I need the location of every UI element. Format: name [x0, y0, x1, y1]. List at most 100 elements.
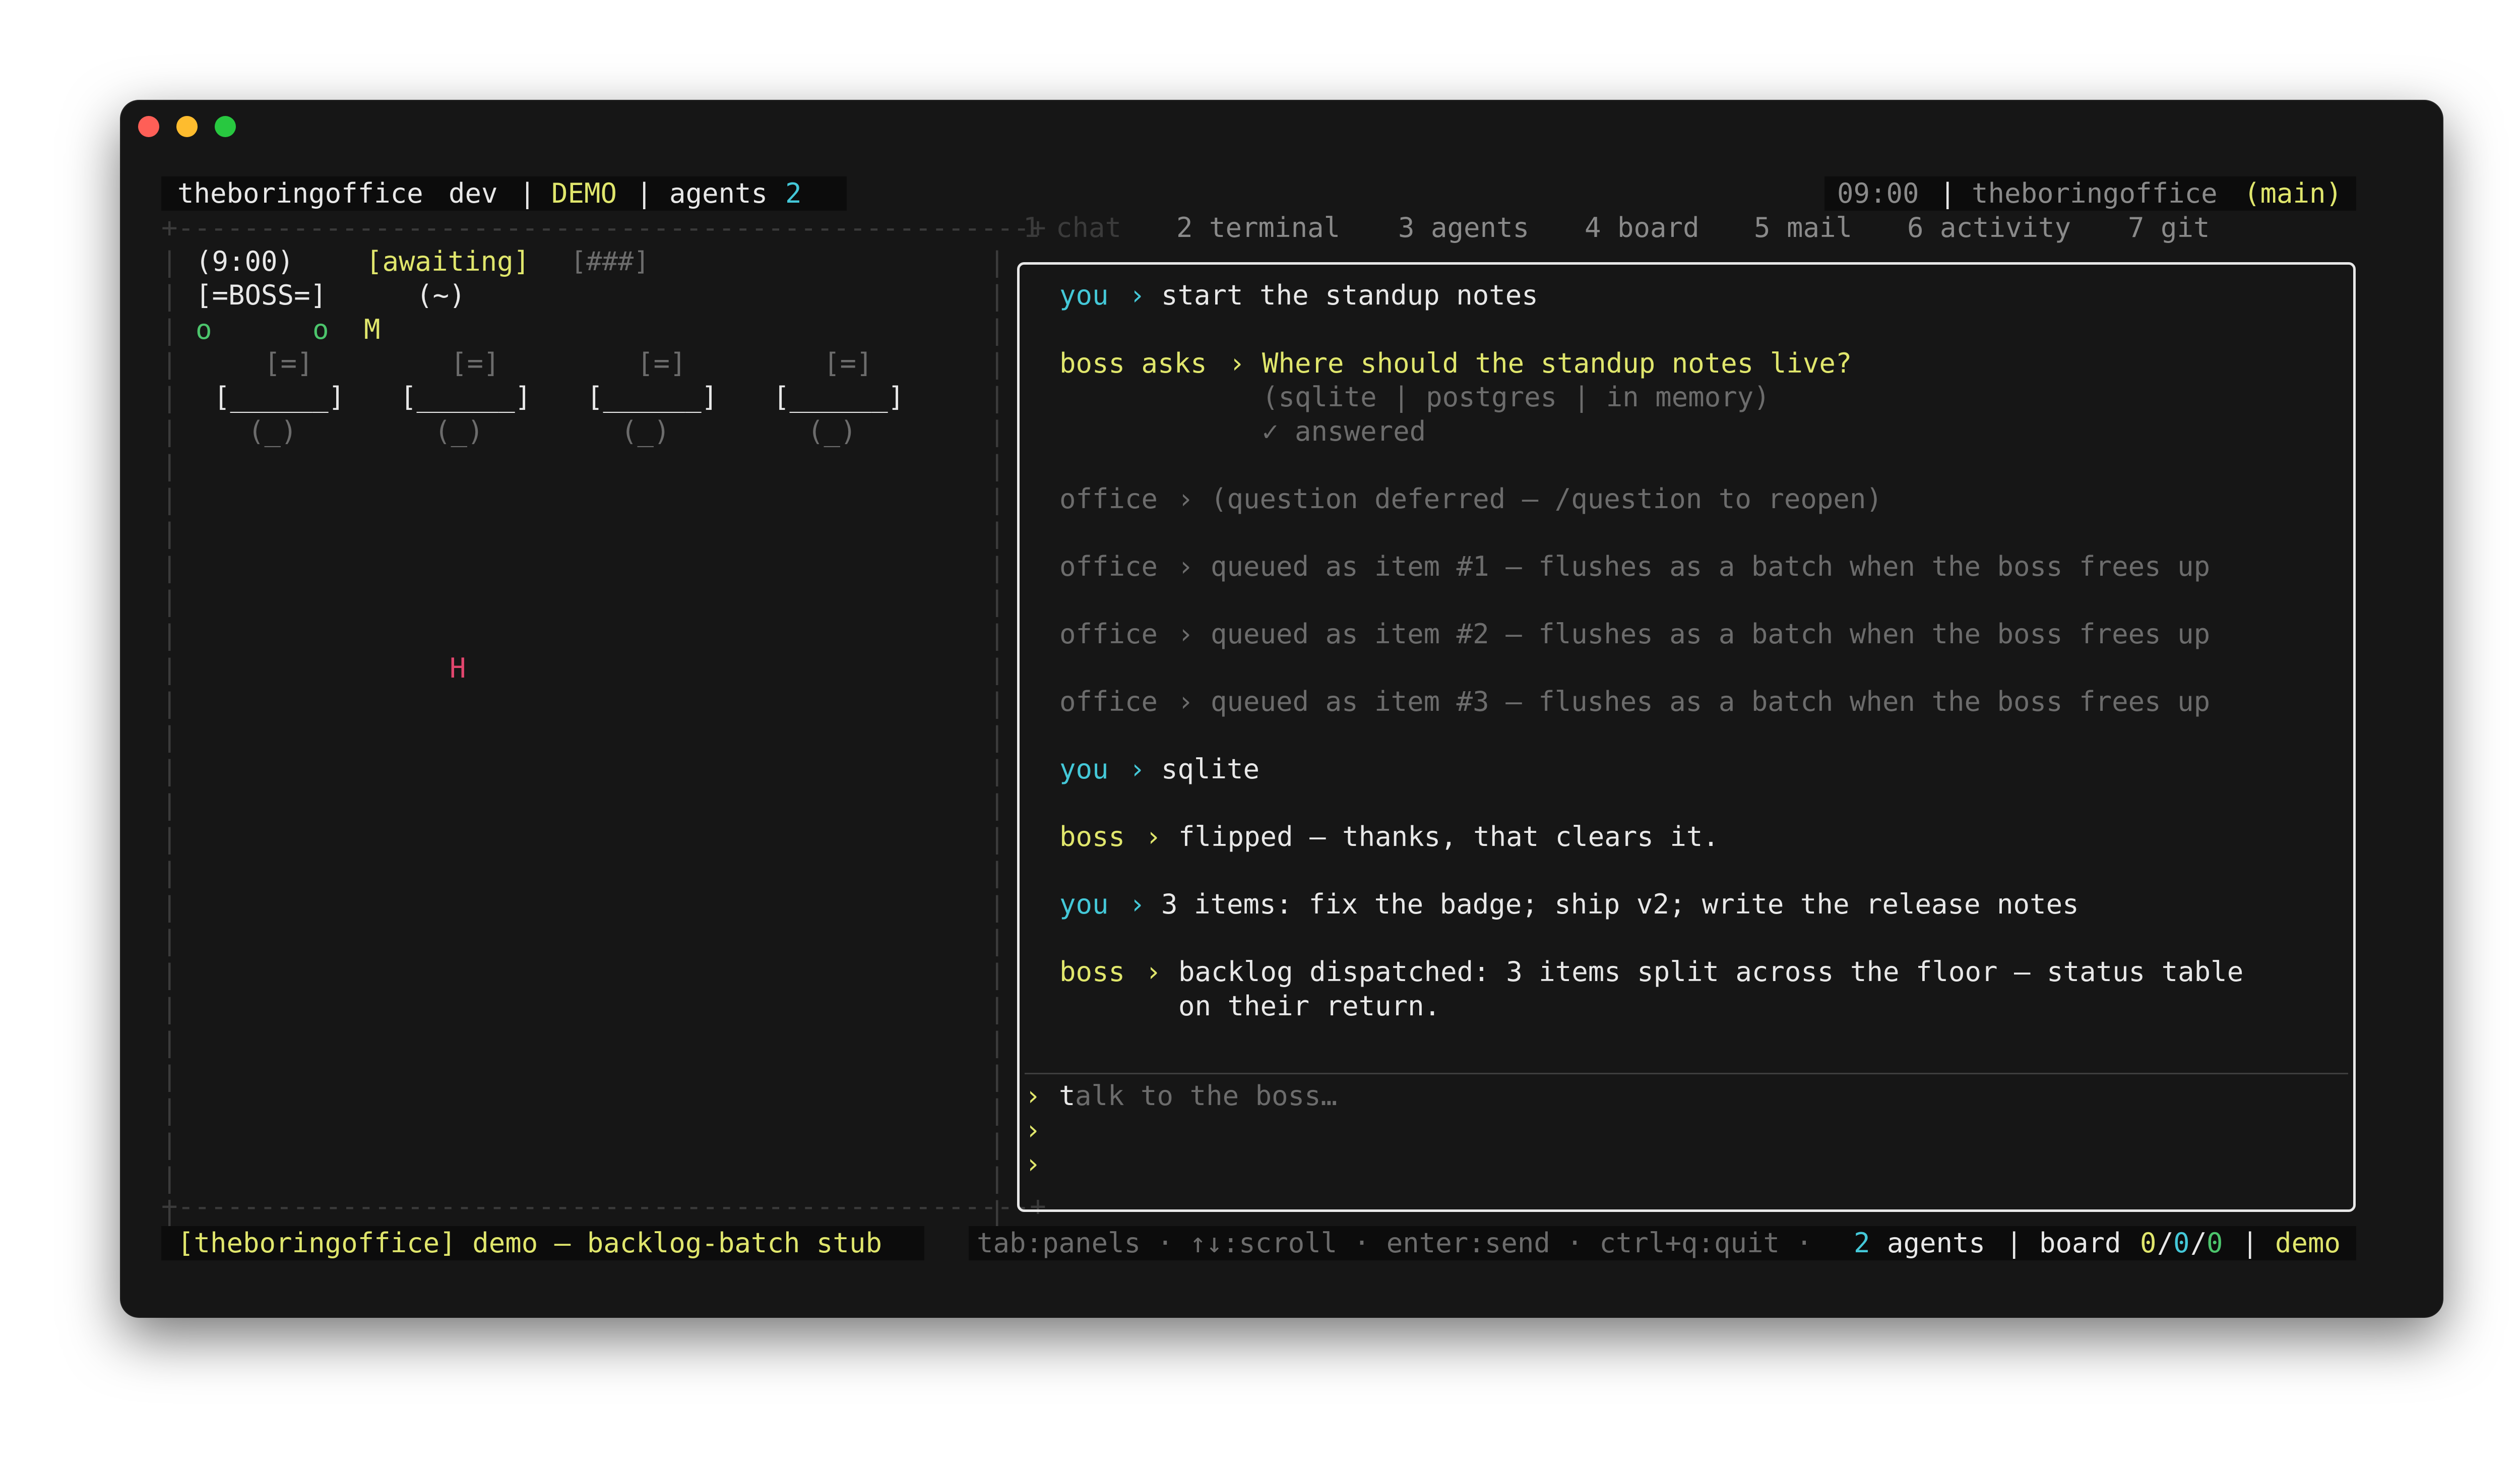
- input-prompt-line-3: ›: [1025, 1148, 1041, 1180]
- header-app-name: theboringoffice: [177, 177, 423, 209]
- message-separator: ›: [1145, 956, 1162, 988]
- close-window-button[interactable]: [138, 116, 159, 137]
- office-status: [awaiting]: [366, 246, 530, 277]
- tab-mail[interactable]: 5 mail: [1754, 211, 1852, 245]
- agent-m: M: [364, 314, 381, 345]
- message-separator: ›: [1145, 821, 1162, 853]
- footer-agents-count: 2: [1854, 1227, 1870, 1259]
- message-speaker: boss: [1059, 821, 1125, 853]
- question-text: Where should the standup notes live?: [1262, 347, 1852, 379]
- message-separator: ›: [1177, 551, 1194, 582]
- footer-demo-label: demo: [2275, 1227, 2341, 1259]
- message-text-continued: on their return.: [1178, 990, 1441, 1022]
- message-text: backlog dispatched: 3 items split across…: [1178, 956, 2244, 988]
- tab-git[interactable]: 7 git: [2128, 211, 2210, 245]
- desk-3: [______]: [587, 381, 718, 413]
- office-progress: [###]: [571, 247, 650, 277]
- message-text: 3 items: fix the badge; ship v2; write t…: [1161, 888, 2079, 920]
- tab-agents[interactable]: 3 agents: [1398, 211, 1529, 245]
- chat-input-divider: [1025, 1073, 2348, 1074]
- message-text: queued as item #1 — flushes as a batch w…: [1211, 551, 2211, 582]
- footer-separator: |: [2006, 1227, 2023, 1259]
- message-speaker: you: [1059, 888, 1109, 920]
- boss-desk: [=BOSS=]: [196, 279, 327, 311]
- message-text: (question deferred — /question to reopen…: [1211, 483, 1882, 515]
- monitor-2: [=]: [451, 347, 500, 379]
- chair-4: (_): [807, 415, 857, 447]
- desk-1: [______]: [214, 381, 345, 413]
- message-separator: ›: [1129, 753, 1146, 785]
- header-agents-count: 2: [785, 177, 802, 209]
- monitor-3: [=]: [637, 347, 686, 379]
- message-text: sqlite: [1161, 753, 1260, 785]
- footer-board-count-a: 0: [2140, 1227, 2157, 1259]
- office-frame-left: | | | | | | | | | | | | | | | | | | | | …: [161, 246, 178, 1228]
- chair-1: (_): [248, 415, 297, 447]
- tab-activity[interactable]: 6 activity: [1907, 211, 2071, 245]
- message-text: start the standup notes: [1161, 279, 1538, 311]
- message-separator: ›: [1229, 347, 1245, 379]
- monitor-4: [=]: [824, 347, 873, 379]
- office-frame-top: +---------------------------------------…: [161, 212, 1046, 244]
- maximize-window-button[interactable]: [215, 116, 236, 137]
- tab-terminal[interactable]: 2 terminal: [1176, 211, 1340, 245]
- header-repo-name: theboringoffice: [1972, 177, 2218, 209]
- message-speaker: boss: [1059, 956, 1125, 988]
- minimize-window-button[interactable]: [176, 116, 198, 137]
- question-options: (sqlite | postgres | in memory): [1262, 381, 1770, 413]
- monitor-1: [=]: [264, 347, 313, 379]
- footer-separator-2: |: [2242, 1227, 2258, 1259]
- message-text: queued as item #2 — flushes as a batch w…: [1211, 618, 2211, 650]
- message-separator: ›: [1177, 618, 1194, 650]
- question-status: ✓ answered: [1262, 415, 1426, 447]
- footer-board-slash-1: /: [2157, 1227, 2174, 1259]
- footer-keyboard-hints: tab:panels · ↑↓:scroll · enter:send · ct…: [977, 1227, 1813, 1259]
- footer-board-slash-2: /: [2190, 1227, 2207, 1259]
- tab-board[interactable]: 4 board: [1585, 211, 1699, 245]
- message-separator: ›: [1129, 888, 1146, 920]
- message-speaker: office: [1059, 551, 1158, 582]
- agent-b: o: [312, 314, 329, 345]
- header-separator: |: [519, 177, 536, 209]
- footer-agents-label: agents: [1887, 1227, 1986, 1259]
- header-separator-2: |: [636, 177, 653, 209]
- message-speaker: office: [1059, 686, 1158, 717]
- header-agents-label: agents: [669, 177, 768, 209]
- office-time: (9:00): [196, 246, 294, 277]
- message-speaker: you: [1059, 753, 1109, 785]
- footer-board-count-b: 0: [2173, 1227, 2190, 1259]
- agent-a: o: [196, 314, 212, 345]
- terminal-window: theboringoffice dev | DEMO | agents 2 09…: [121, 101, 2442, 1317]
- message-separator: ›: [1177, 483, 1194, 515]
- footer-board-label: board: [2039, 1227, 2121, 1259]
- footer-board-count-c: 0: [2207, 1227, 2223, 1259]
- message-text: queued as item #3 — flushes as a batch w…: [1211, 686, 2211, 717]
- office-frame-right: | | | | | | | | | | | | | | | | | | | | …: [989, 246, 1005, 1228]
- boss-face: (~): [416, 279, 466, 311]
- chair-2: (_): [434, 415, 484, 447]
- desk-2: [______]: [400, 381, 532, 413]
- office-frame-bottom: +---------------------------------------…: [161, 1190, 1046, 1222]
- tab-chat[interactable]: 1 chat: [1023, 211, 1121, 245]
- office-marker-h: H: [450, 652, 466, 684]
- input-prompt-line-2: ›: [1025, 1114, 1041, 1146]
- footer-status-text: [theboringoffice] demo — backlog-batch s…: [177, 1227, 882, 1259]
- header-mode: dev: [449, 177, 498, 209]
- chair-3: (_): [621, 415, 670, 447]
- header-clock: 09:00: [1837, 177, 1919, 209]
- message-speaker: office: [1059, 618, 1158, 650]
- header-branch: (main): [2244, 177, 2343, 209]
- input-placeholder: alk to the boss…: [1075, 1080, 1338, 1112]
- input-prompt: ›: [1025, 1080, 1041, 1112]
- message-speaker: office: [1059, 483, 1158, 515]
- desk-4: [______]: [773, 381, 905, 413]
- message-speaker: boss asks: [1059, 347, 1207, 379]
- message-speaker: you: [1059, 279, 1109, 311]
- header-separator-3: |: [1939, 177, 1956, 209]
- header-demo-badge: DEMO: [551, 177, 617, 209]
- message-separator: ›: [1177, 686, 1194, 717]
- message-separator: ›: [1129, 279, 1146, 311]
- input-cursor-char: t: [1059, 1080, 1076, 1112]
- message-text: flipped — thanks, that clears it.: [1178, 821, 1719, 853]
- chat-input[interactable]: › t alk to the boss… › ›: [1025, 1079, 2345, 1205]
